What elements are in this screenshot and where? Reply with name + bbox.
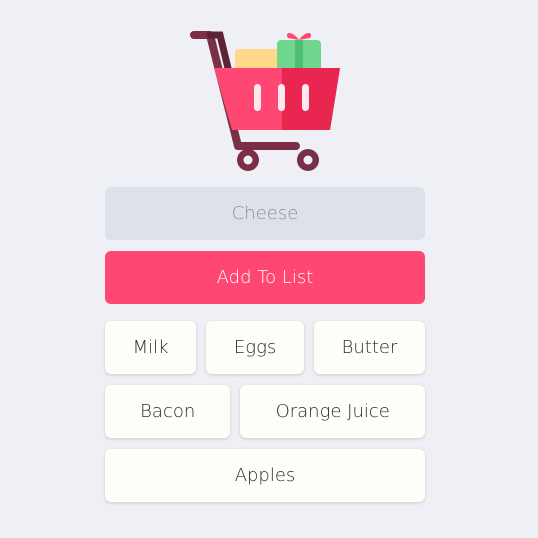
- shopping-list: Milk Eggs Butter Bacon Orange Juice Appl…: [105, 321, 426, 502]
- list-item[interactable]: Apples: [105, 449, 425, 502]
- list-item[interactable]: Bacon: [105, 385, 231, 438]
- add-to-list-button[interactable]: Add To List: [105, 251, 425, 304]
- shopping-cart-icon: [188, 28, 342, 174]
- list-item[interactable]: Orange Juice: [240, 385, 425, 438]
- list-item[interactable]: Milk: [105, 321, 197, 374]
- list-item[interactable]: Eggs: [206, 321, 304, 374]
- list-item[interactable]: Butter: [313, 321, 426, 374]
- item-input[interactable]: [105, 187, 425, 240]
